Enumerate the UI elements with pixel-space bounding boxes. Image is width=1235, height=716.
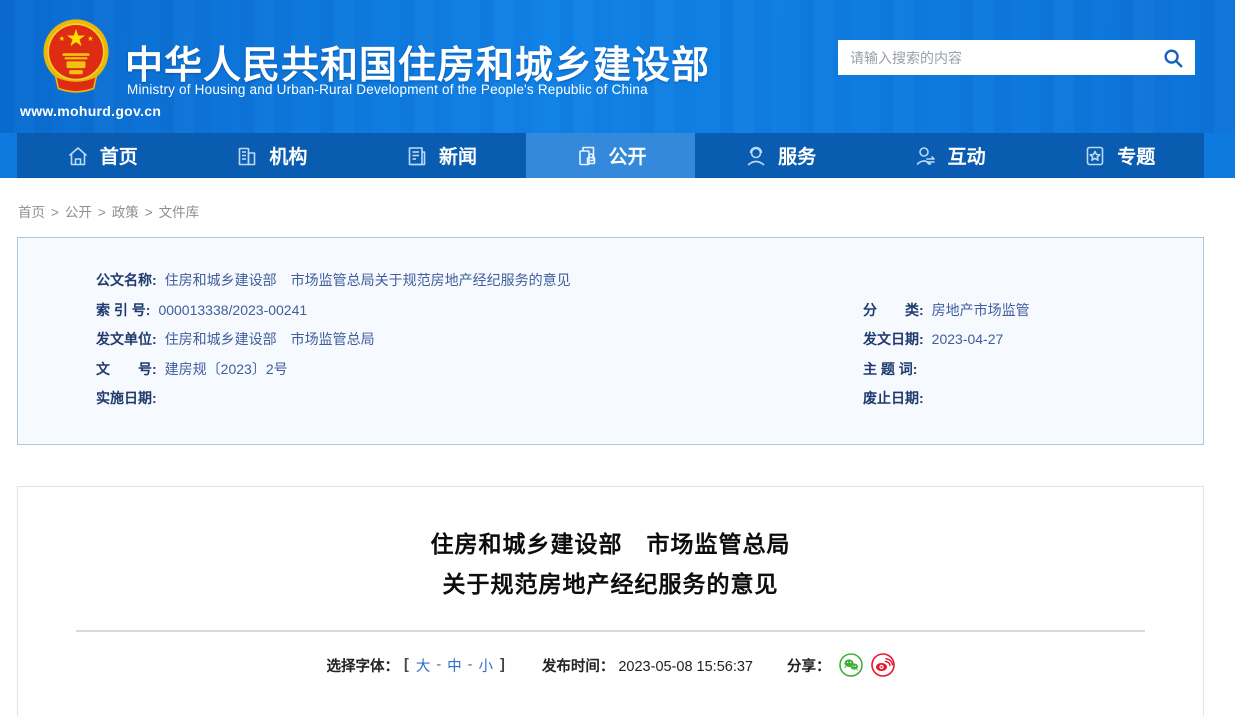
doc-name-label: 公文名称: [96, 272, 157, 288]
main-nav: 首页 机构 新闻 公开 服务 互动 专题 [0, 133, 1235, 178]
breadcrumb-disclosure[interactable]: 公开 [65, 205, 92, 220]
font-size-large[interactable]: 大 [416, 655, 431, 676]
nav-item-label: 首页 [99, 147, 138, 168]
nav-item-label: 服务 [778, 147, 817, 168]
doc-field-index-no: 索 引 号: 000013338/2023-00241 [96, 301, 308, 318]
nav-item-news[interactable]: 新闻 [356, 133, 526, 178]
article-panel: 住房和城乡建设部 市场监管总局 关于规范房地产经纪服务的意见 选择字体： [ 大… [17, 486, 1204, 716]
publish-time-label: 发布时间： [541, 658, 615, 675]
doc-name-value: 住房和城乡建设部 市场监管总局关于规范房地产经纪服务的意见 [164, 272, 571, 288]
disclosure-icon [578, 146, 595, 165]
publish-time: 发布时间： 2023-05-08 15:56:37 [542, 655, 753, 676]
search-box [838, 40, 1195, 75]
share-wechat-button[interactable] [838, 653, 863, 677]
site-header: www.mohurd.gov.cn 中华人民共和国住房和城乡建设部 Minist… [0, 0, 1235, 133]
topics-icon [1086, 146, 1104, 165]
publish-time-value: 2023-05-08 15:56:37 [618, 658, 754, 675]
site-url: www.mohurd.gov.cn [20, 103, 162, 119]
wechat-icon [838, 653, 863, 677]
nav-item-interaction[interactable]: 互动 [865, 133, 1035, 178]
document-info-panel: 公文名称: 住房和城乡建设部 市场监管总局关于规范房地产经纪服务的意见 索 引 号… [17, 237, 1204, 445]
home-icon [68, 146, 87, 165]
doc-field-issue-date: 发文日期: 2023-04-27 [863, 331, 1004, 347]
nav-item-label: 互动 [947, 147, 986, 168]
weibo-icon [870, 653, 895, 677]
main-nav-inner: 首页 机构 新闻 公开 服务 互动 专题 [17, 133, 1204, 178]
doc-field-subject-words: 主 题 词: [863, 360, 918, 377]
breadcrumb-file-library[interactable]: 文件库 [159, 205, 200, 220]
article-meta-row: 选择字体： [ 大 - 中 - 小 ] 发布时间： 2023-05-08 15:5… [18, 653, 1203, 677]
breadcrumb-policy[interactable]: 政策 [112, 205, 139, 220]
font-size-selector: 选择字体： [ 大 - 中 - 小 ] [326, 655, 507, 676]
font-select-label: 选择字体： [326, 658, 399, 675]
service-icon [747, 146, 765, 166]
title-divider [76, 630, 1145, 632]
article-title-line2: 关于规范房地产经纪服务的意见 [442, 571, 779, 597]
search-input[interactable] [838, 40, 1151, 75]
nav-item-service[interactable]: 服务 [695, 133, 865, 178]
doc-fields-grid: 索 引 号: 000013338/2023-00241 分 类: 房地产市场监管 发… [96, 296, 1143, 414]
nav-item-label: 机构 [269, 147, 308, 168]
nav-item-label: 专题 [1117, 147, 1156, 168]
doc-field-repeal-date: 废止日期: [863, 390, 924, 406]
nav-item-topics[interactable]: 专题 [1034, 133, 1204, 178]
doc-field-implement-date: 实施日期: [96, 390, 157, 406]
share-weibo-button[interactable] [870, 653, 895, 677]
site-subtitle: Ministry of Housing and Urban-Rural Deve… [127, 82, 648, 97]
nav-item-disclosure[interactable]: 公开 [525, 133, 696, 178]
nav-item-organization[interactable]: 机构 [187, 133, 357, 178]
news-icon [408, 146, 426, 165]
doc-field-issuing-unit: 发文单位: 住房和城乡建设部 市场监管总局 [96, 331, 375, 347]
interaction-icon [916, 146, 935, 165]
national-emblem-icon [43, 19, 109, 93]
nav-item-label: 公开 [608, 147, 647, 168]
breadcrumb-home[interactable]: 首页 [18, 205, 45, 220]
organization-icon [239, 147, 256, 165]
share-group: 分享： [787, 653, 895, 677]
font-size-medium[interactable]: 中 [447, 655, 462, 676]
article-title-line1: 住房和城乡建设部 市场监管总局 [430, 531, 791, 557]
doc-field-category: 分 类: 房地产市场监管 [863, 301, 1030, 318]
search-icon [1164, 48, 1183, 67]
share-label: 分享： [787, 658, 831, 675]
doc-name-row: 公文名称: 住房和城乡建设部 市场监管总局关于规范房地产经纪服务的意见 [96, 266, 1143, 296]
font-size-small[interactable]: 小 [479, 655, 494, 676]
breadcrumb: 首页 > 公开 > 政策 > 文件库 [18, 205, 200, 220]
doc-field-doc-number: 文 号: 建房规〔2023〕2号 [96, 360, 288, 377]
site-title: 中华人民共和国住房和城乡建设部 [125, 45, 711, 87]
nav-item-label: 新闻 [438, 147, 477, 168]
search-button[interactable] [1151, 40, 1195, 75]
nav-item-home[interactable]: 首页 [17, 133, 187, 178]
